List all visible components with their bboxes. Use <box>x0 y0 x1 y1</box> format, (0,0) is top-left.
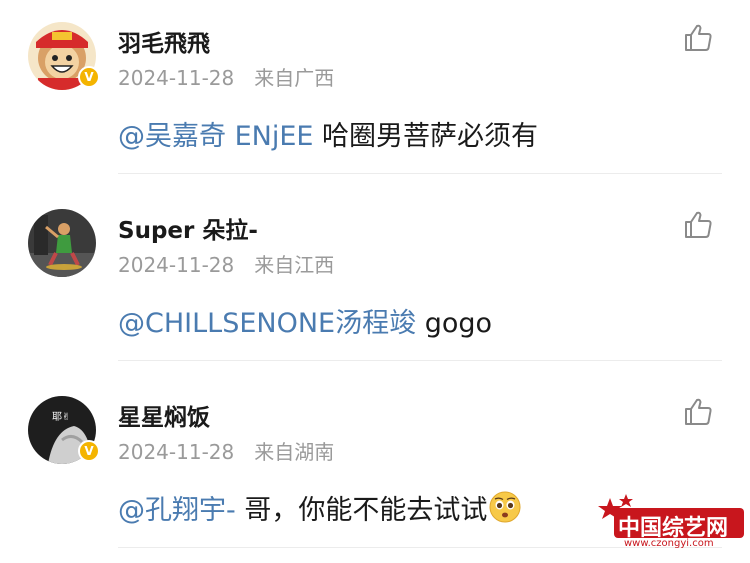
avatar[interactable] <box>28 209 96 277</box>
watermark-logo: 中国综艺网 www.czongyi.com <box>596 492 746 554</box>
comment-location: 来自广西 <box>254 66 335 90</box>
comment-date: 2024-11-28 <box>118 253 235 277</box>
pleading-face-emoji-icon <box>489 491 521 523</box>
mention-link[interactable]: @吴嘉奇 ENjEE <box>118 121 313 152</box>
username[interactable]: 星星焖饭 <box>118 398 210 432</box>
comment-text: @CHILLSENONE汤程竣 gogo <box>118 301 492 340</box>
thumbs-up-icon[interactable] <box>682 209 714 241</box>
thumbs-up-icon[interactable] <box>682 22 714 54</box>
comment-meta: 2024-11-28 来自广西 <box>118 62 334 91</box>
comment-message: 哈圈男菩萨必须有 <box>313 121 539 152</box>
comment-item: Super 朵拉- 2024-11-28 来自江西 @CHILLSENONE汤程竣… <box>0 187 750 374</box>
username[interactable]: 羽毛飛飛 <box>118 24 210 58</box>
comment-item: V 羽毛飛飛 2024-11-28 来自广西 @吴嘉奇 ENjEE 哈圈男菩萨必须… <box>0 0 750 187</box>
comment-text: @吴嘉奇 ENjEE 哈圈男菩萨必须有 <box>118 114 538 153</box>
svg-text:耶✌: 耶✌ <box>52 411 70 423</box>
comment-message: 哥，你能不能去试试 <box>235 495 488 526</box>
username[interactable]: Super 朵拉- <box>118 211 258 245</box>
comment-date: 2024-11-28 <box>118 66 235 90</box>
comment-date: 2024-11-28 <box>118 440 235 464</box>
thumbs-up-icon[interactable] <box>682 396 714 428</box>
comment-message: gogo <box>416 308 493 339</box>
comment-meta: 2024-11-28 来自江西 <box>118 249 334 278</box>
mention-link[interactable]: @孔翔宇- <box>118 495 236 526</box>
comment-text: @孔翔宇- 哥，你能不能去试试 <box>118 488 521 527</box>
divider <box>118 173 722 174</box>
comment-location: 来自湖南 <box>254 440 335 464</box>
comment-location: 来自江西 <box>254 253 335 277</box>
divider <box>118 360 722 361</box>
verified-badge-icon: V <box>78 440 100 462</box>
mention-link[interactable]: @CHILLSENONE汤程竣 <box>118 308 416 339</box>
verified-badge-icon: V <box>78 66 100 88</box>
comment-meta: 2024-11-28 来自湖南 <box>118 436 334 465</box>
watermark-url: www.czongyi.com <box>624 538 714 549</box>
